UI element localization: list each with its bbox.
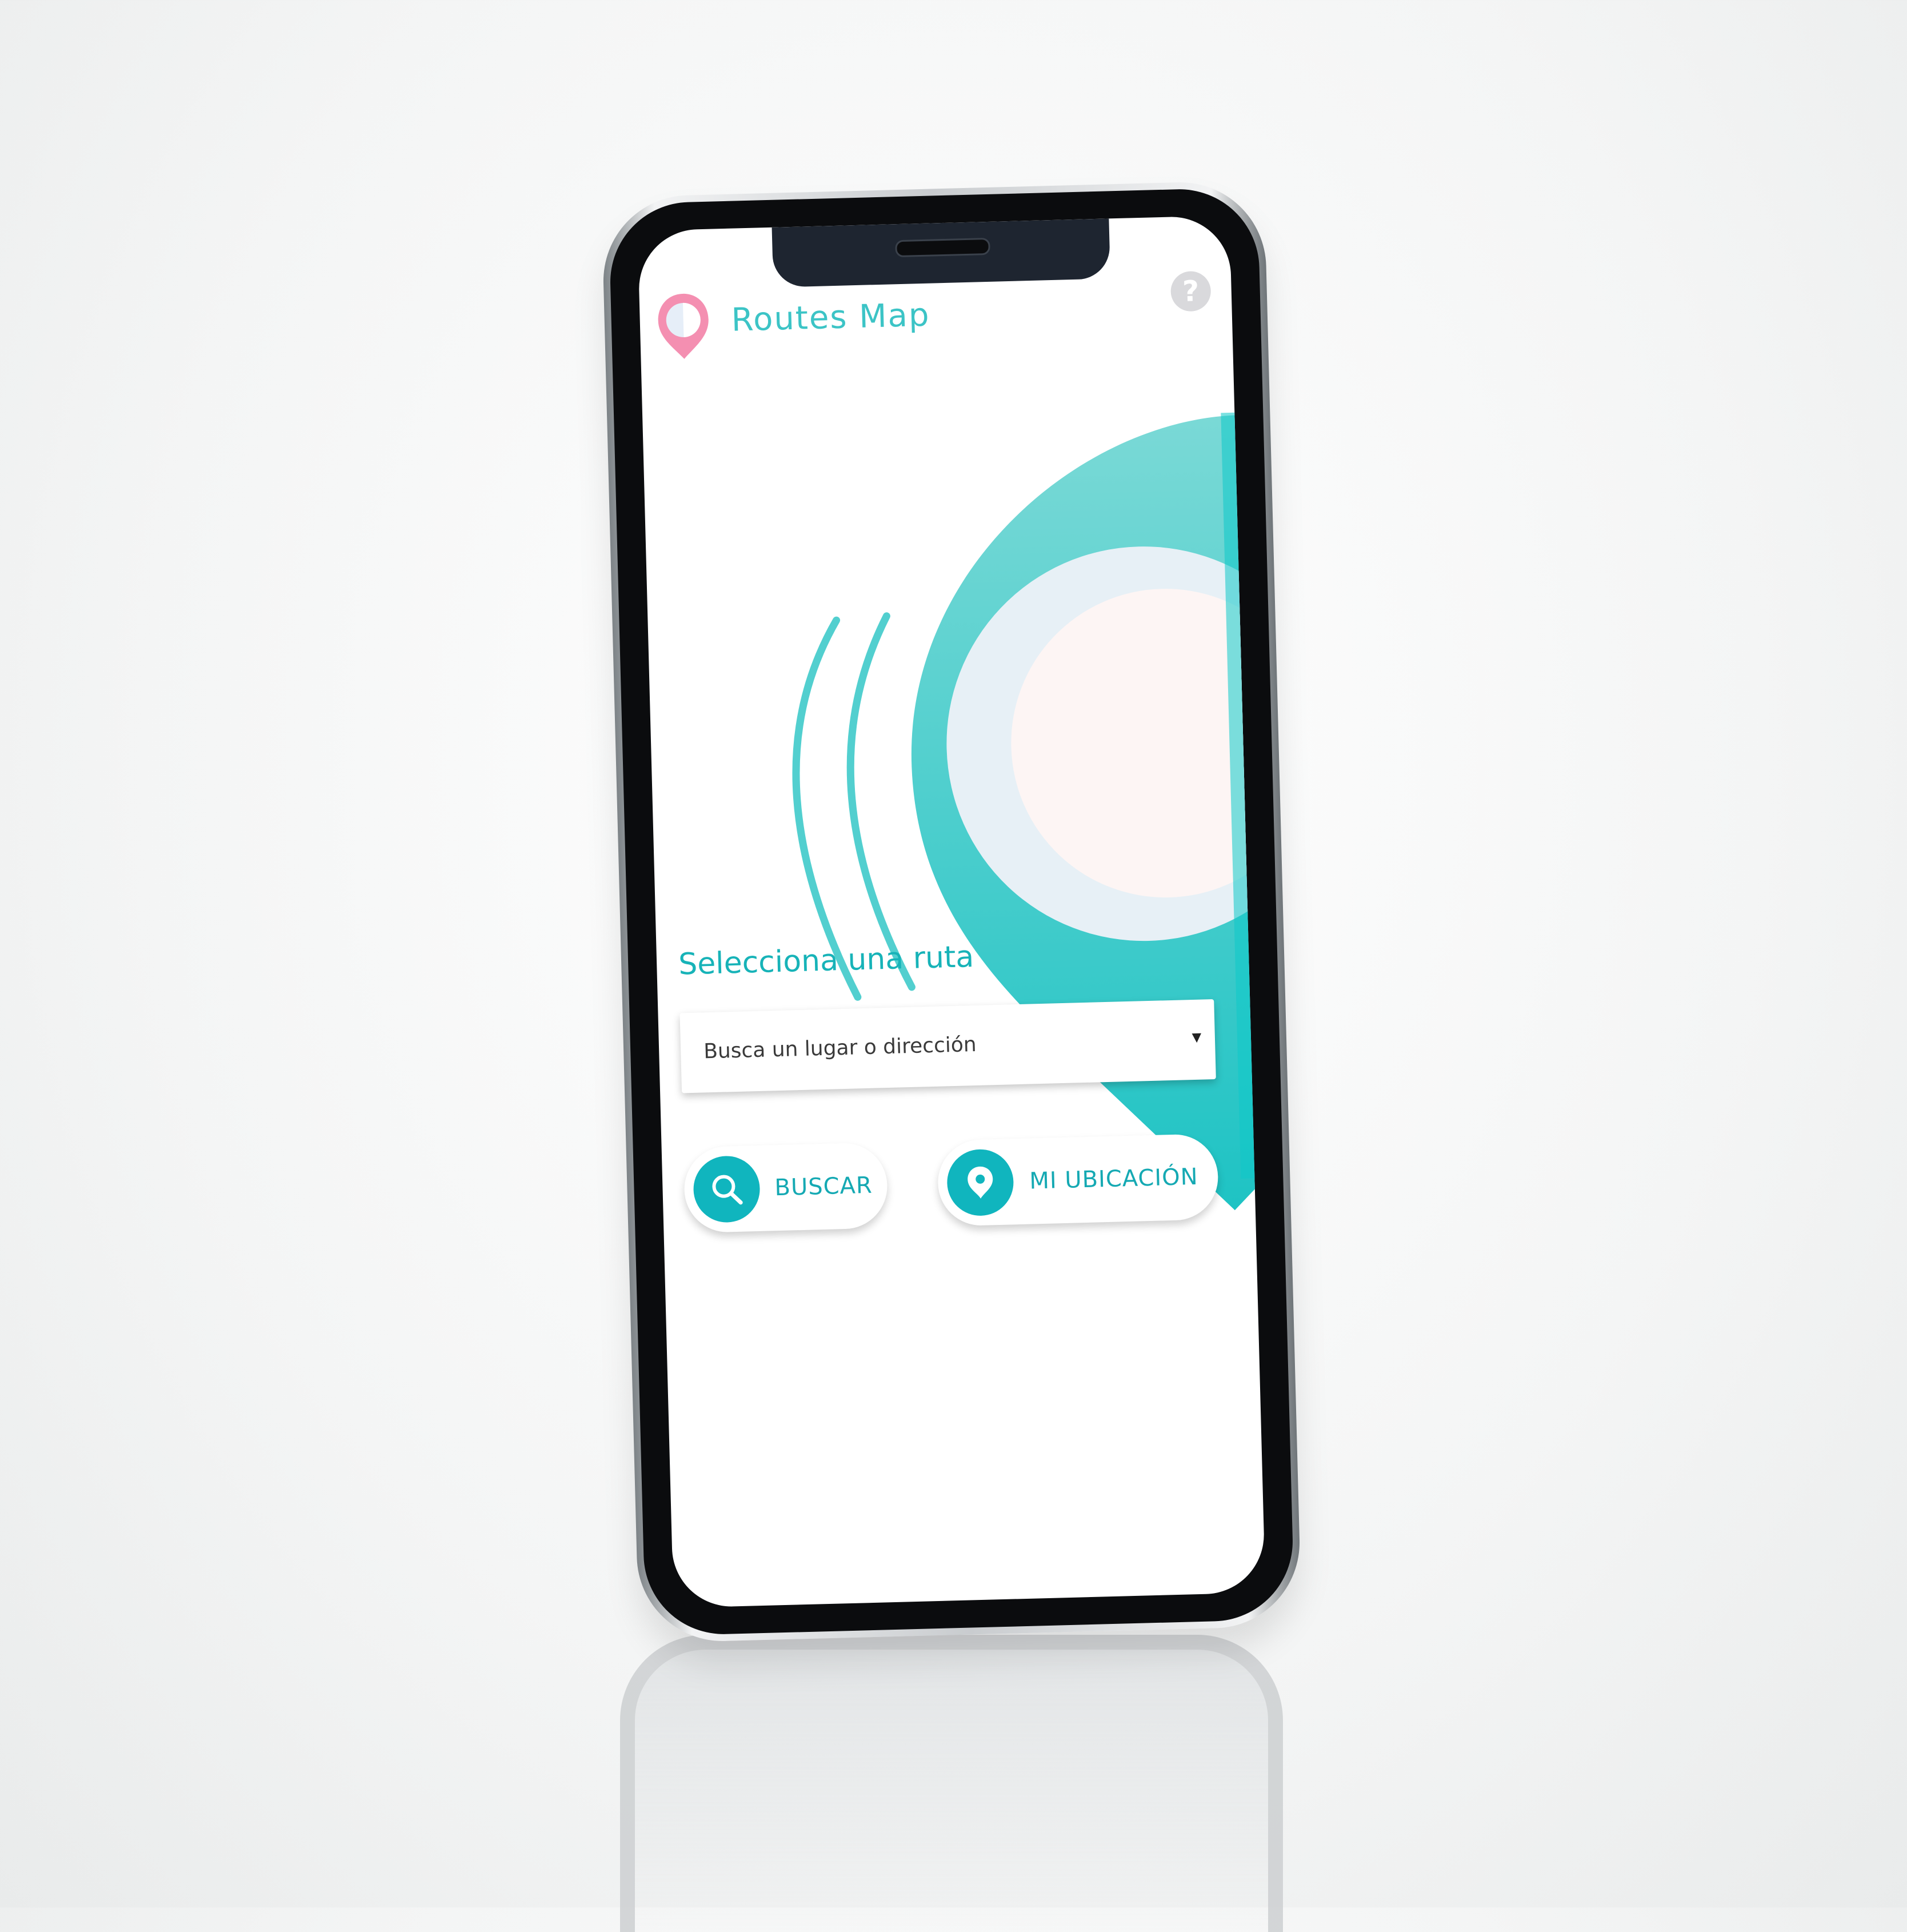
location-pin-icon (968, 1166, 993, 1199)
search-icon-circle (693, 1155, 761, 1223)
search-select[interactable]: Busca un lugar o dirección ▼ (679, 999, 1216, 1093)
signal-arc-inner (846, 612, 915, 991)
hero-illustration (792, 412, 1266, 1211)
search-icon (712, 1175, 743, 1205)
phone-notch (771, 218, 1111, 288)
question-icon[interactable]: ? (1170, 270, 1212, 312)
app-screen: Routes Map ? Selecciona una ruta Busca u… (637, 215, 1266, 1608)
app-title: Routes Map (730, 296, 931, 339)
search-button-label: BUSCAR (774, 1172, 873, 1201)
phone-reflection (620, 1635, 1283, 1932)
my-location-button-label: MI UBICACIÓN (1029, 1163, 1199, 1195)
speaker-grille (895, 237, 990, 258)
phone-bezel: Routes Map ? Selecciona una ruta Busca u… (608, 187, 1295, 1636)
map-pin-icon (658, 293, 709, 359)
chevron-down-icon: ▼ (1188, 1028, 1205, 1047)
phone-device: Routes Map ? Selecciona una ruta Busca u… (601, 180, 1302, 1643)
search-button[interactable]: BUSCAR (683, 1142, 889, 1234)
my-location-button[interactable]: MI UBICACIÓN (937, 1133, 1220, 1227)
search-select-value: Busca un lugar o dirección (703, 1032, 977, 1064)
location-icon-circle (946, 1148, 1014, 1217)
signal-arc-outer (792, 616, 862, 1001)
